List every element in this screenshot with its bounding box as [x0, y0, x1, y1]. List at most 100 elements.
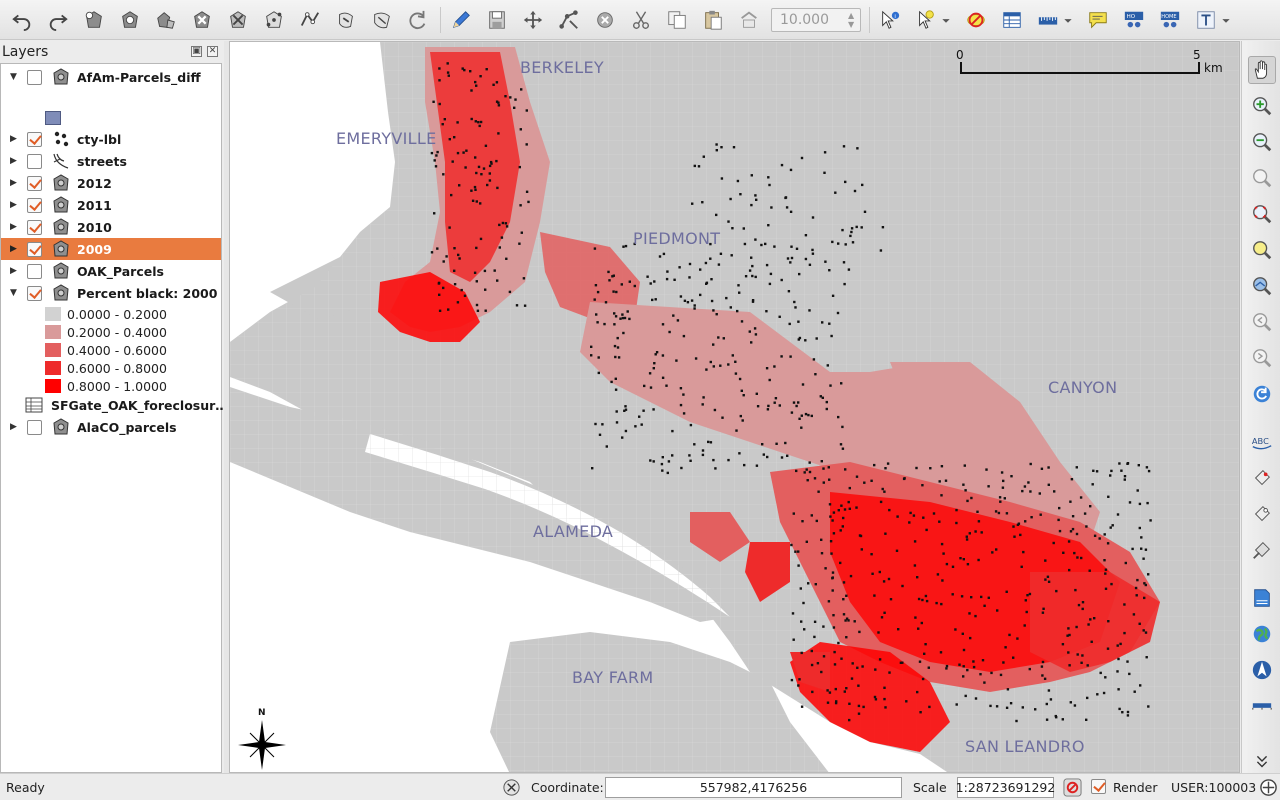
new-map-icon[interactable] — [1248, 584, 1276, 612]
redo-icon[interactable] — [44, 6, 72, 34]
layer-row-2012[interactable]: ▶ 2012 — [1, 172, 221, 194]
select-feature-icon[interactable] — [912, 6, 940, 34]
expand-arrow-icon[interactable]: ▶ — [10, 222, 18, 232]
copy-icon[interactable] — [663, 6, 691, 34]
layer-row-sfgate-oak-foreclosures[interactable]: SFGate_OAK_foreclosur… — [1, 394, 228, 416]
layer-visibility-checkbox[interactable] — [27, 131, 42, 147]
save-edits-icon[interactable] — [483, 6, 511, 34]
map-canvas[interactable]: BERKELEY EMERYVILLE PIEDMONT CANYON ALAM… — [229, 41, 1240, 773]
foreclosure-point — [1107, 495, 1110, 498]
layer-visibility-checkbox[interactable] — [27, 419, 42, 435]
coordinate-toggle-icon[interactable] — [502, 778, 521, 797]
delete-selected-icon[interactable] — [591, 6, 619, 34]
offset-curve-icon[interactable] — [332, 6, 360, 34]
measure-icon[interactable] — [1034, 6, 1062, 34]
simplify-icon[interactable] — [368, 6, 396, 34]
map-tips-icon[interactable] — [1084, 6, 1112, 34]
add-ring-icon[interactable] — [116, 6, 144, 34]
close-panel-icon[interactable]: ✕ — [207, 46, 218, 57]
snap-tolerance-field[interactable]: 10.000 ▲ ▼ — [771, 7, 861, 32]
delete-ring-icon[interactable] — [224, 6, 252, 34]
zoom-full-icon[interactable] — [1248, 200, 1276, 228]
foreclosure-point — [1147, 469, 1151, 473]
messages-icon[interactable] — [1259, 778, 1278, 797]
home-extent-icon[interactable]: HO — [1120, 6, 1148, 34]
zoom-last-icon[interactable] — [1248, 308, 1276, 336]
layer-visibility-checkbox[interactable] — [27, 285, 42, 301]
expand-arrow-icon[interactable]: ▶ — [10, 422, 18, 432]
render-checkbox[interactable] — [1091, 779, 1106, 794]
pin-labels-icon[interactable] — [1248, 464, 1276, 492]
projection-warning-icon[interactable] — [1063, 778, 1082, 797]
layer-visibility-checkbox[interactable] — [27, 219, 42, 235]
show-labels-icon[interactable] — [1248, 500, 1276, 528]
zoom-next-icon[interactable] — [1248, 344, 1276, 372]
layer-visibility-checkbox[interactable] — [27, 263, 42, 279]
foreclosure-point — [1058, 506, 1061, 510]
attribute-table-icon[interactable] — [998, 6, 1026, 34]
foreclosure-point — [789, 355, 792, 358]
layer-row-cty-lbl[interactable]: ▶ cty-lbl — [1, 128, 221, 150]
delete-part-icon[interactable] — [260, 6, 288, 34]
layer-visibility-checkbox[interactable] — [27, 241, 42, 257]
paste-icon[interactable] — [699, 6, 727, 34]
layer-visibility-checkbox[interactable] — [27, 197, 42, 213]
north-arrow-tool-icon[interactable] — [1248, 656, 1276, 684]
expand-arrow-icon[interactable]: ▶ — [10, 156, 18, 166]
layer-row-streets[interactable]: ▶ streets — [1, 150, 221, 172]
deselect-icon[interactable] — [962, 6, 990, 34]
add-feature-icon[interactable] — [80, 6, 108, 34]
toolbar-overflow-icon[interactable] — [1248, 753, 1276, 769]
layer-visibility-checkbox[interactable] — [27, 175, 42, 191]
layer-row-afam-parcels-diff[interactable]: ▼ AfAm-Parcels_diff — [1, 66, 221, 88]
globe-icon[interactable] — [1248, 620, 1276, 648]
scale-field[interactable]: 1:28723691292 — [956, 777, 1055, 798]
zoom-layer-icon[interactable] — [1248, 272, 1276, 300]
reshape-icon[interactable] — [296, 6, 324, 34]
layer-row-percent-black-2000[interactable]: ▼ Percent black: 2000 — [1, 282, 221, 304]
collapse-arrow-icon[interactable]: ▼ — [10, 288, 18, 298]
expand-arrow-icon[interactable]: ▶ — [10, 134, 18, 144]
scale-bar-tool-icon[interactable] — [1248, 692, 1276, 720]
annotation-dropdown-icon[interactable] — [1220, 6, 1232, 34]
node-tool-icon[interactable] — [555, 6, 583, 34]
layer-visibility-checkbox[interactable] — [27, 153, 42, 169]
zoom-in-icon[interactable] — [1248, 92, 1276, 120]
layer-row-2011[interactable]: ▶ 2011 — [1, 194, 221, 216]
label-tool-icon[interactable]: ABC — [1248, 428, 1276, 456]
identify-icon[interactable]: i — [876, 6, 904, 34]
expand-arrow-icon[interactable]: ▶ — [10, 244, 18, 254]
refresh-icon[interactable] — [1248, 380, 1276, 408]
layer-row-alaco-parcels[interactable]: ▶ AlaCO_parcels — [1, 416, 221, 438]
zoom-out-icon[interactable] — [1248, 128, 1276, 156]
expand-arrow-icon[interactable]: ▶ — [10, 200, 18, 210]
rotate-icon[interactable] — [404, 6, 432, 34]
fill-ring-icon[interactable] — [188, 6, 216, 34]
layer-row-2009[interactable]: ▶ 2009 — [1, 238, 221, 260]
move-feature-icon[interactable] — [519, 6, 547, 34]
zoom-selection-icon[interactable] — [1248, 236, 1276, 264]
move-label-icon[interactable] — [1248, 536, 1276, 564]
expand-arrow-icon[interactable]: ▶ — [10, 178, 18, 188]
layer-row-oak-parcels[interactable]: ▶ OAK_Parcels — [1, 260, 221, 282]
cut-icon[interactable] — [627, 6, 655, 34]
layer-row-2010[interactable]: ▶ 2010 — [1, 216, 221, 238]
layer-tree[interactable]: ▼ AfAm-Parcels_diff ▶ cty-lbl ▶ streets — [0, 63, 228, 773]
edit-pencil-icon[interactable] — [447, 6, 475, 34]
select-dropdown-icon[interactable] — [940, 6, 952, 34]
pan-hand-icon[interactable] — [1248, 56, 1276, 84]
spin-arrows-icon[interactable]: ▲ ▼ — [848, 11, 858, 29]
home-icon[interactable]: HOME — [1156, 6, 1184, 34]
expand-arrow-icon[interactable]: ▶ — [10, 266, 18, 276]
undo-icon[interactable] — [8, 6, 36, 34]
measure-dropdown-icon[interactable] — [1062, 6, 1074, 34]
text-annotation-icon[interactable] — [1192, 6, 1220, 34]
zoom-native-icon[interactable] — [1248, 164, 1276, 192]
float-panel-icon[interactable]: ▣ — [191, 46, 202, 57]
add-part-icon[interactable] — [152, 6, 180, 34]
rotate-point-icon[interactable] — [735, 6, 763, 34]
coordinate-field[interactable]: 557982,4176256 — [605, 777, 902, 798]
collapse-arrow-icon[interactable]: ▼ — [10, 72, 18, 82]
layer-visibility-checkbox[interactable] — [27, 69, 42, 85]
foreclosure-point — [756, 405, 760, 408]
